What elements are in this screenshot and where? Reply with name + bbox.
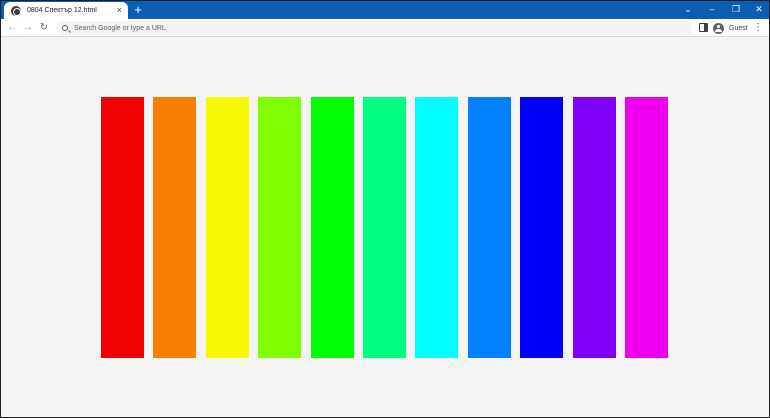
spectrum-bar-9 [520, 97, 563, 358]
spectrum-bar-1 [101, 97, 144, 358]
forward-button[interactable]: → [21, 20, 35, 35]
spectrum-bar-6 [363, 97, 406, 358]
tab-strip: 0804 Спектър 12.html × + ⌄ – ❐ ✕ [1, 1, 769, 19]
browser-menu-button[interactable]: ⋮ [753, 21, 763, 35]
spectrum-bar-8 [468, 97, 511, 358]
spectrum-bar-7 [415, 97, 458, 358]
spectrum-bar-10 [573, 97, 616, 358]
profile-label: Guest [729, 24, 748, 32]
spectrum-bars [1, 38, 769, 417]
new-tab-button[interactable]: + [131, 3, 145, 17]
address-bar[interactable]: Search Google or type a URL [56, 21, 692, 35]
spectrum-bar-3 [206, 97, 249, 358]
minimize-button[interactable]: – [703, 3, 721, 16]
close-tab-icon[interactable]: × [117, 5, 122, 15]
browser-window: 0804 Спектър 12.html × + ⌄ – ❐ ✕ ← → ↻ S… [0, 0, 770, 418]
spectrum-bar-11 [625, 97, 668, 358]
page-viewport [1, 38, 769, 417]
restore-button[interactable]: ❐ [727, 3, 745, 16]
globe-icon [11, 5, 21, 16]
tab-active[interactable]: 0804 Спектър 12.html × [4, 2, 128, 19]
address-placeholder: Search Google or type a URL [74, 24, 166, 32]
back-button[interactable]: ← [5, 20, 19, 35]
spectrum-bar-2 [153, 97, 196, 358]
tab-search-icon[interactable]: ⌄ [679, 3, 697, 16]
close-window-button[interactable]: ✕ [750, 3, 768, 16]
profile-button[interactable]: Guest [713, 21, 748, 35]
side-panel-icon[interactable] [699, 23, 708, 32]
tab-title: 0804 Спектър 12.html [27, 7, 97, 14]
spectrum-bar-5 [311, 97, 354, 358]
reload-button[interactable]: ↻ [37, 20, 51, 35]
avatar-icon [713, 22, 724, 34]
search-icon [62, 25, 68, 31]
browser-toolbar: ← → ↻ Search Google or type a URL Guest … [1, 19, 769, 37]
spectrum-bar-4 [258, 97, 301, 358]
